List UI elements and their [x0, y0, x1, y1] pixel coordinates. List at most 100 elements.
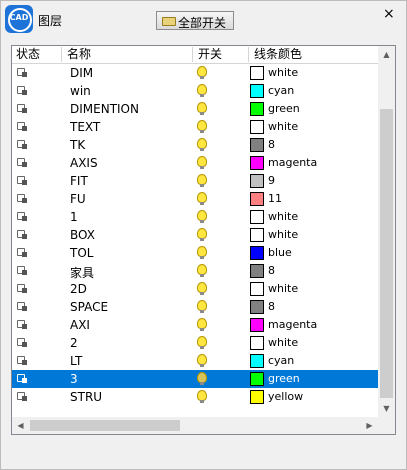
lightbulb-icon[interactable] [197, 174, 207, 187]
layer-row[interactable]: AXI magenta [12, 316, 378, 334]
layer-row[interactable]: 家具 8 [12, 262, 378, 280]
lightbulb-icon[interactable] [197, 66, 207, 79]
layer-status-icon[interactable] [17, 139, 29, 151]
lightbulb-icon[interactable] [197, 102, 207, 115]
lightbulb-icon[interactable] [197, 282, 207, 295]
layer-status-icon[interactable] [17, 211, 29, 223]
layer-name: FU [70, 192, 86, 206]
layer-status-icon[interactable] [17, 283, 29, 295]
layer-status-icon[interactable] [17, 247, 29, 259]
scroll-right-icon[interactable]: ▶ [361, 417, 378, 434]
color-swatch[interactable] [250, 372, 264, 386]
lightbulb-icon[interactable] [197, 156, 207, 169]
layer-status-icon[interactable] [17, 85, 29, 97]
color-swatch[interactable] [250, 66, 264, 80]
color-swatch[interactable] [250, 156, 264, 170]
layer-row[interactable]: FU 11 [12, 190, 378, 208]
all-switch-button[interactable]: 全部开关 [156, 11, 234, 30]
layer-row[interactable]: TK 8 [12, 136, 378, 154]
lightbulb-icon[interactable] [197, 84, 207, 97]
layer-status-icon[interactable] [17, 121, 29, 133]
layer-manager-window: CAD 图层 全部开关 × 状态 名称 开关 线条颜色 DIM white win c… [0, 0, 407, 470]
close-icon[interactable]: × [383, 6, 395, 22]
layer-name: win [70, 84, 91, 98]
color-swatch[interactable] [250, 228, 264, 242]
layer-status-icon[interactable] [17, 319, 29, 331]
horizontal-scrollbar[interactable]: ◀ ▶ [12, 417, 378, 434]
layer-status-icon[interactable] [17, 193, 29, 205]
layer-status-icon[interactable] [17, 355, 29, 367]
color-swatch[interactable] [250, 300, 264, 314]
lightbulb-icon[interactable] [197, 210, 207, 223]
layer-toggle-icon [162, 17, 176, 26]
layer-name: SPACE [70, 300, 109, 314]
color-swatch[interactable] [250, 336, 264, 350]
layer-row[interactable]: TOL blue [12, 244, 378, 262]
color-swatch[interactable] [250, 246, 264, 260]
scroll-down-icon[interactable]: ▼ [378, 400, 395, 417]
color-swatch[interactable] [250, 282, 264, 296]
layer-status-icon[interactable] [17, 265, 29, 277]
lightbulb-icon[interactable] [197, 138, 207, 151]
color-swatch[interactable] [250, 138, 264, 152]
lightbulb-icon[interactable] [197, 120, 207, 133]
list-header: 状态 名称 开关 线条颜色 [12, 46, 378, 64]
column-header-status[interactable]: 状态 [12, 47, 62, 62]
color-swatch[interactable] [250, 174, 264, 188]
layer-status-icon[interactable] [17, 175, 29, 187]
layer-name: 1 [70, 210, 78, 224]
layer-status-icon[interactable] [17, 391, 29, 403]
layer-row[interactable]: AXIS magenta [12, 154, 378, 172]
layer-status-icon[interactable] [17, 301, 29, 313]
color-swatch[interactable] [250, 120, 264, 134]
layer-status-icon[interactable] [17, 103, 29, 115]
column-header-switch[interactable]: 开关 [194, 47, 249, 62]
layer-row[interactable]: 2D white [12, 280, 378, 298]
layer-row[interactable]: 3 green [12, 370, 378, 388]
lightbulb-icon[interactable] [197, 246, 207, 259]
color-swatch[interactable] [250, 264, 264, 278]
lightbulb-icon[interactable] [197, 318, 207, 331]
layer-row[interactable]: FIT 9 [12, 172, 378, 190]
layer-status-icon[interactable] [17, 67, 29, 79]
vertical-scroll-thumb[interactable] [380, 109, 393, 398]
layer-name: 2D [70, 282, 87, 296]
color-swatch[interactable] [250, 354, 264, 368]
lightbulb-icon[interactable] [197, 264, 207, 277]
layer-row[interactable]: 2 white [12, 334, 378, 352]
layer-row[interactable]: DIM white [12, 64, 378, 82]
lightbulb-icon[interactable] [197, 192, 207, 205]
layer-row[interactable]: 1 white [12, 208, 378, 226]
layer-status-icon[interactable] [17, 229, 29, 241]
color-swatch[interactable] [250, 390, 264, 404]
color-swatch[interactable] [250, 318, 264, 332]
lightbulb-icon[interactable] [197, 354, 207, 367]
color-swatch[interactable] [250, 84, 264, 98]
lightbulb-icon[interactable] [197, 372, 207, 385]
lightbulb-icon[interactable] [197, 336, 207, 349]
column-header-line-color[interactable]: 线条颜色 [250, 47, 378, 62]
lightbulb-icon[interactable] [197, 300, 207, 313]
vertical-scrollbar[interactable]: ▲ ▼ [378, 46, 395, 417]
color-swatch[interactable] [250, 210, 264, 224]
scroll-left-icon[interactable]: ◀ [12, 417, 29, 434]
layer-row[interactable]: STRU yellow [12, 388, 378, 406]
lightbulb-icon[interactable] [197, 228, 207, 241]
layer-status-icon[interactable] [17, 157, 29, 169]
layer-row[interactable]: SPACE 8 [12, 298, 378, 316]
layer-status-icon[interactable] [17, 337, 29, 349]
layer-row[interactable]: BOX white [12, 226, 378, 244]
layer-row[interactable]: win cyan [12, 82, 378, 100]
column-header-name[interactable]: 名称 [63, 47, 193, 62]
color-name: 9 [268, 174, 275, 187]
color-swatch[interactable] [250, 192, 264, 206]
scroll-up-icon[interactable]: ▲ [378, 46, 395, 63]
layer-status-icon[interactable] [17, 373, 29, 385]
horizontal-scroll-thumb[interactable] [30, 420, 180, 431]
layer-row[interactable]: DIMENTION green [12, 100, 378, 118]
layer-row[interactable]: LT cyan [12, 352, 378, 370]
color-swatch[interactable] [250, 102, 264, 116]
layer-row[interactable]: TEXT white [12, 118, 378, 136]
lightbulb-icon[interactable] [197, 390, 207, 403]
layer-name: TEXT [70, 120, 101, 134]
